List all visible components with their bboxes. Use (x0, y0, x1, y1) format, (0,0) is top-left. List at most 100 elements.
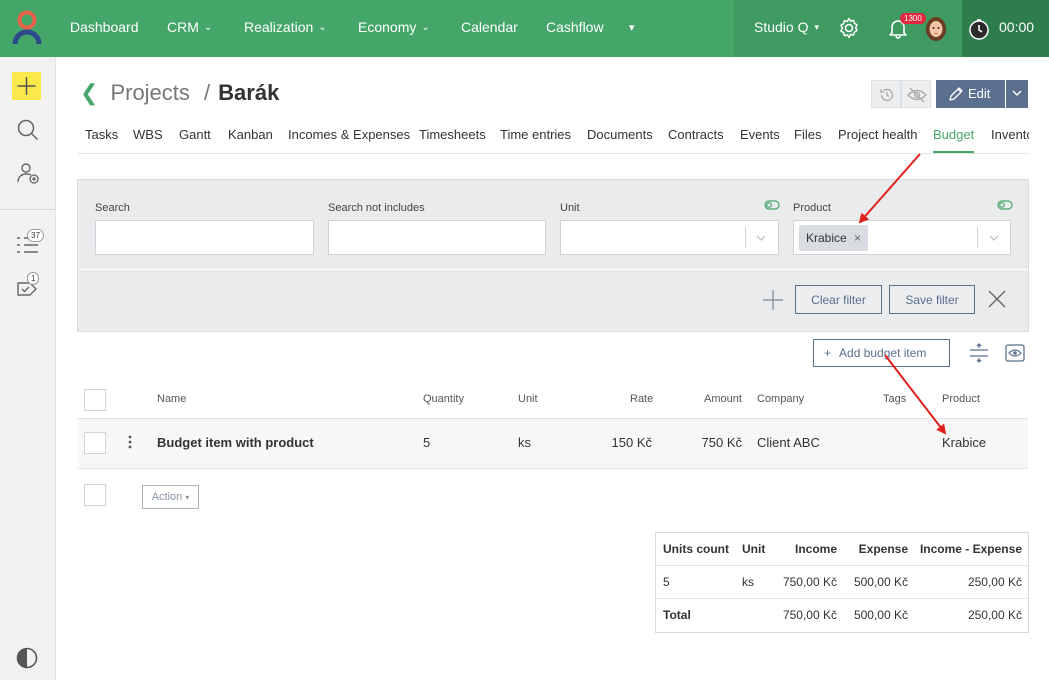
column-header-rate[interactable]: Rate (630, 393, 653, 405)
cell-name[interactable]: Budget item with product (157, 435, 314, 450)
save-filter-button[interactable]: Save filter (889, 285, 975, 314)
breadcrumb: ❮ Projects / Barák (80, 80, 279, 106)
add-filter-icon[interactable] (761, 288, 785, 312)
unit-label: Unit (560, 202, 580, 214)
chevron-down-icon: ⌄ (318, 22, 327, 33)
column-header-unit[interactable]: Unit (518, 393, 538, 405)
eye-off-icon (907, 86, 927, 104)
edit-dropdown-button[interactable] (1006, 80, 1028, 108)
tab-kanban[interactable]: Kanban (228, 127, 273, 142)
breadcrumb-projects-link[interactable]: Projects (110, 80, 189, 105)
row-menu-icon[interactable] (126, 434, 134, 450)
tab-timesheets[interactable]: Timesheets (419, 127, 486, 142)
chevron-down-icon (1012, 88, 1022, 98)
search-icon[interactable] (16, 118, 40, 142)
quick-add-button[interactable] (12, 72, 41, 100)
gear-icon[interactable] (837, 16, 861, 40)
add-budget-item-button[interactable]: + Add budget item (813, 339, 950, 367)
summary-header-row: Units count Unit Income Expense Income -… (656, 533, 1028, 566)
filter-divider (78, 269, 1028, 270)
breadcrumb-separator: / (204, 80, 211, 105)
nav-more-dropdown[interactable]: ▾ (629, 21, 635, 34)
tab-tasks[interactable]: Tasks (85, 127, 118, 142)
stopwatch-icon (967, 17, 991, 41)
timer-value: 00:00 (999, 19, 1035, 35)
sidebar-divider (0, 209, 56, 210)
nav-crm[interactable]: CRM ⌄ (167, 19, 212, 35)
budget-summary-table: Units count Unit Income Expense Income -… (655, 532, 1029, 633)
notifications-area: 1300 (873, 0, 963, 57)
plus-icon: + (824, 346, 832, 360)
column-header-product[interactable]: Product (942, 393, 980, 405)
nav-calendar[interactable]: Calendar (461, 19, 518, 35)
close-filter-icon[interactable] (987, 289, 1007, 309)
avatar[interactable] (924, 16, 948, 42)
remove-chip-icon[interactable]: × (854, 231, 861, 245)
search-input[interactable] (95, 220, 314, 255)
nav-realization[interactable]: Realization ⌄ (244, 19, 327, 35)
nav-economy[interactable]: Economy ⌄ (358, 19, 430, 35)
tab-inventory[interactable]: Invento (991, 127, 1029, 142)
cell-rate: 150 Kč (611, 435, 652, 450)
search-not-includes-input[interactable] (328, 220, 546, 255)
tab-contracts[interactable]: Contracts (668, 127, 724, 142)
tab-time-entries[interactable]: Time entries (500, 127, 571, 142)
search-not-includes-label: Search not includes (328, 202, 425, 214)
left-sidebar: 37 1 (0, 57, 56, 680)
column-header-quantity[interactable]: Quantity (423, 393, 464, 405)
history-icon (878, 86, 896, 104)
row-checkbox[interactable] (84, 432, 106, 454)
column-header-name[interactable]: Name (157, 393, 186, 405)
chevron-down-icon: ⌄ (421, 22, 430, 33)
column-header-tags[interactable]: Tags (883, 393, 906, 405)
filter-panel: Search Search not includes Unit Product … (77, 179, 1029, 332)
add-user-icon[interactable] (16, 161, 40, 185)
tab-project-health[interactable]: Project health (838, 127, 918, 142)
select-all-checkbox[interactable] (84, 389, 106, 411)
product-label: Product (793, 202, 831, 214)
clear-filter-button[interactable]: Clear filter (795, 285, 882, 314)
reorder-columns-icon[interactable] (968, 342, 990, 364)
tab-wbs[interactable]: WBS (133, 127, 163, 142)
tab-incomes-expenses[interactable]: Incomes & Expenses (288, 127, 410, 142)
column-header-company[interactable]: Company (757, 393, 804, 405)
tasks-count-badge: 37 (27, 229, 44, 242)
time-tracker[interactable]: 00:00 (962, 0, 1049, 57)
project-tabs: Tasks WBS Gantt Kanban Incomes & Expense… (78, 118, 1029, 154)
tab-files[interactable]: Files (794, 127, 821, 142)
tab-events[interactable]: Events (740, 127, 780, 142)
nav-dashboard[interactable]: Dashboard (70, 19, 139, 35)
top-navigation-bar: Dashboard CRM ⌄ Realization ⌄ Economy ⌄ Cal… (0, 0, 1049, 57)
page-title: Barák (218, 80, 280, 105)
bulk-select-checkbox[interactable] (84, 484, 106, 506)
chevron-down-icon (756, 233, 766, 243)
chevron-down-icon: ⌄ (203, 22, 213, 33)
app-logo[interactable] (11, 10, 43, 48)
studio-switcher[interactable]: Studio Q ▾ (734, 0, 884, 57)
history-button[interactable] (871, 80, 901, 108)
summary-total-row: Total 750,00 Kč 500,00 Kč 250,00 Kč (663, 608, 1022, 622)
tab-budget[interactable]: Budget (933, 127, 974, 142)
tab-gantt[interactable]: Gantt (179, 127, 211, 142)
edit-button[interactable]: Edit (936, 80, 1005, 108)
unit-select[interactable] (560, 220, 779, 255)
cell-amount: 750 Kč (701, 435, 742, 450)
bulk-action-dropdown[interactable]: Action ▾ (142, 485, 199, 509)
pencil-icon (948, 86, 964, 102)
nav-cashflow[interactable]: Cashflow (546, 19, 604, 35)
visibility-button[interactable] (901, 80, 931, 108)
back-chevron-icon[interactable]: ❮ (80, 80, 98, 105)
column-header-amount[interactable]: Amount (704, 393, 742, 405)
product-toggle-icon[interactable] (997, 200, 1013, 210)
unit-toggle-icon[interactable] (764, 200, 780, 210)
cell-quantity: 5 (423, 435, 431, 450)
contrast-icon[interactable] (16, 647, 38, 669)
cell-unit: ks (518, 435, 531, 450)
column-visibility-icon[interactable] (1005, 343, 1025, 363)
search-label: Search (95, 202, 130, 214)
tab-documents[interactable]: Documents (587, 127, 653, 142)
chevron-down-icon (989, 233, 999, 243)
cell-product: Krabice (942, 435, 987, 450)
cell-company: Client ABC (757, 435, 820, 450)
product-select[interactable]: Krabice × (793, 220, 1011, 255)
